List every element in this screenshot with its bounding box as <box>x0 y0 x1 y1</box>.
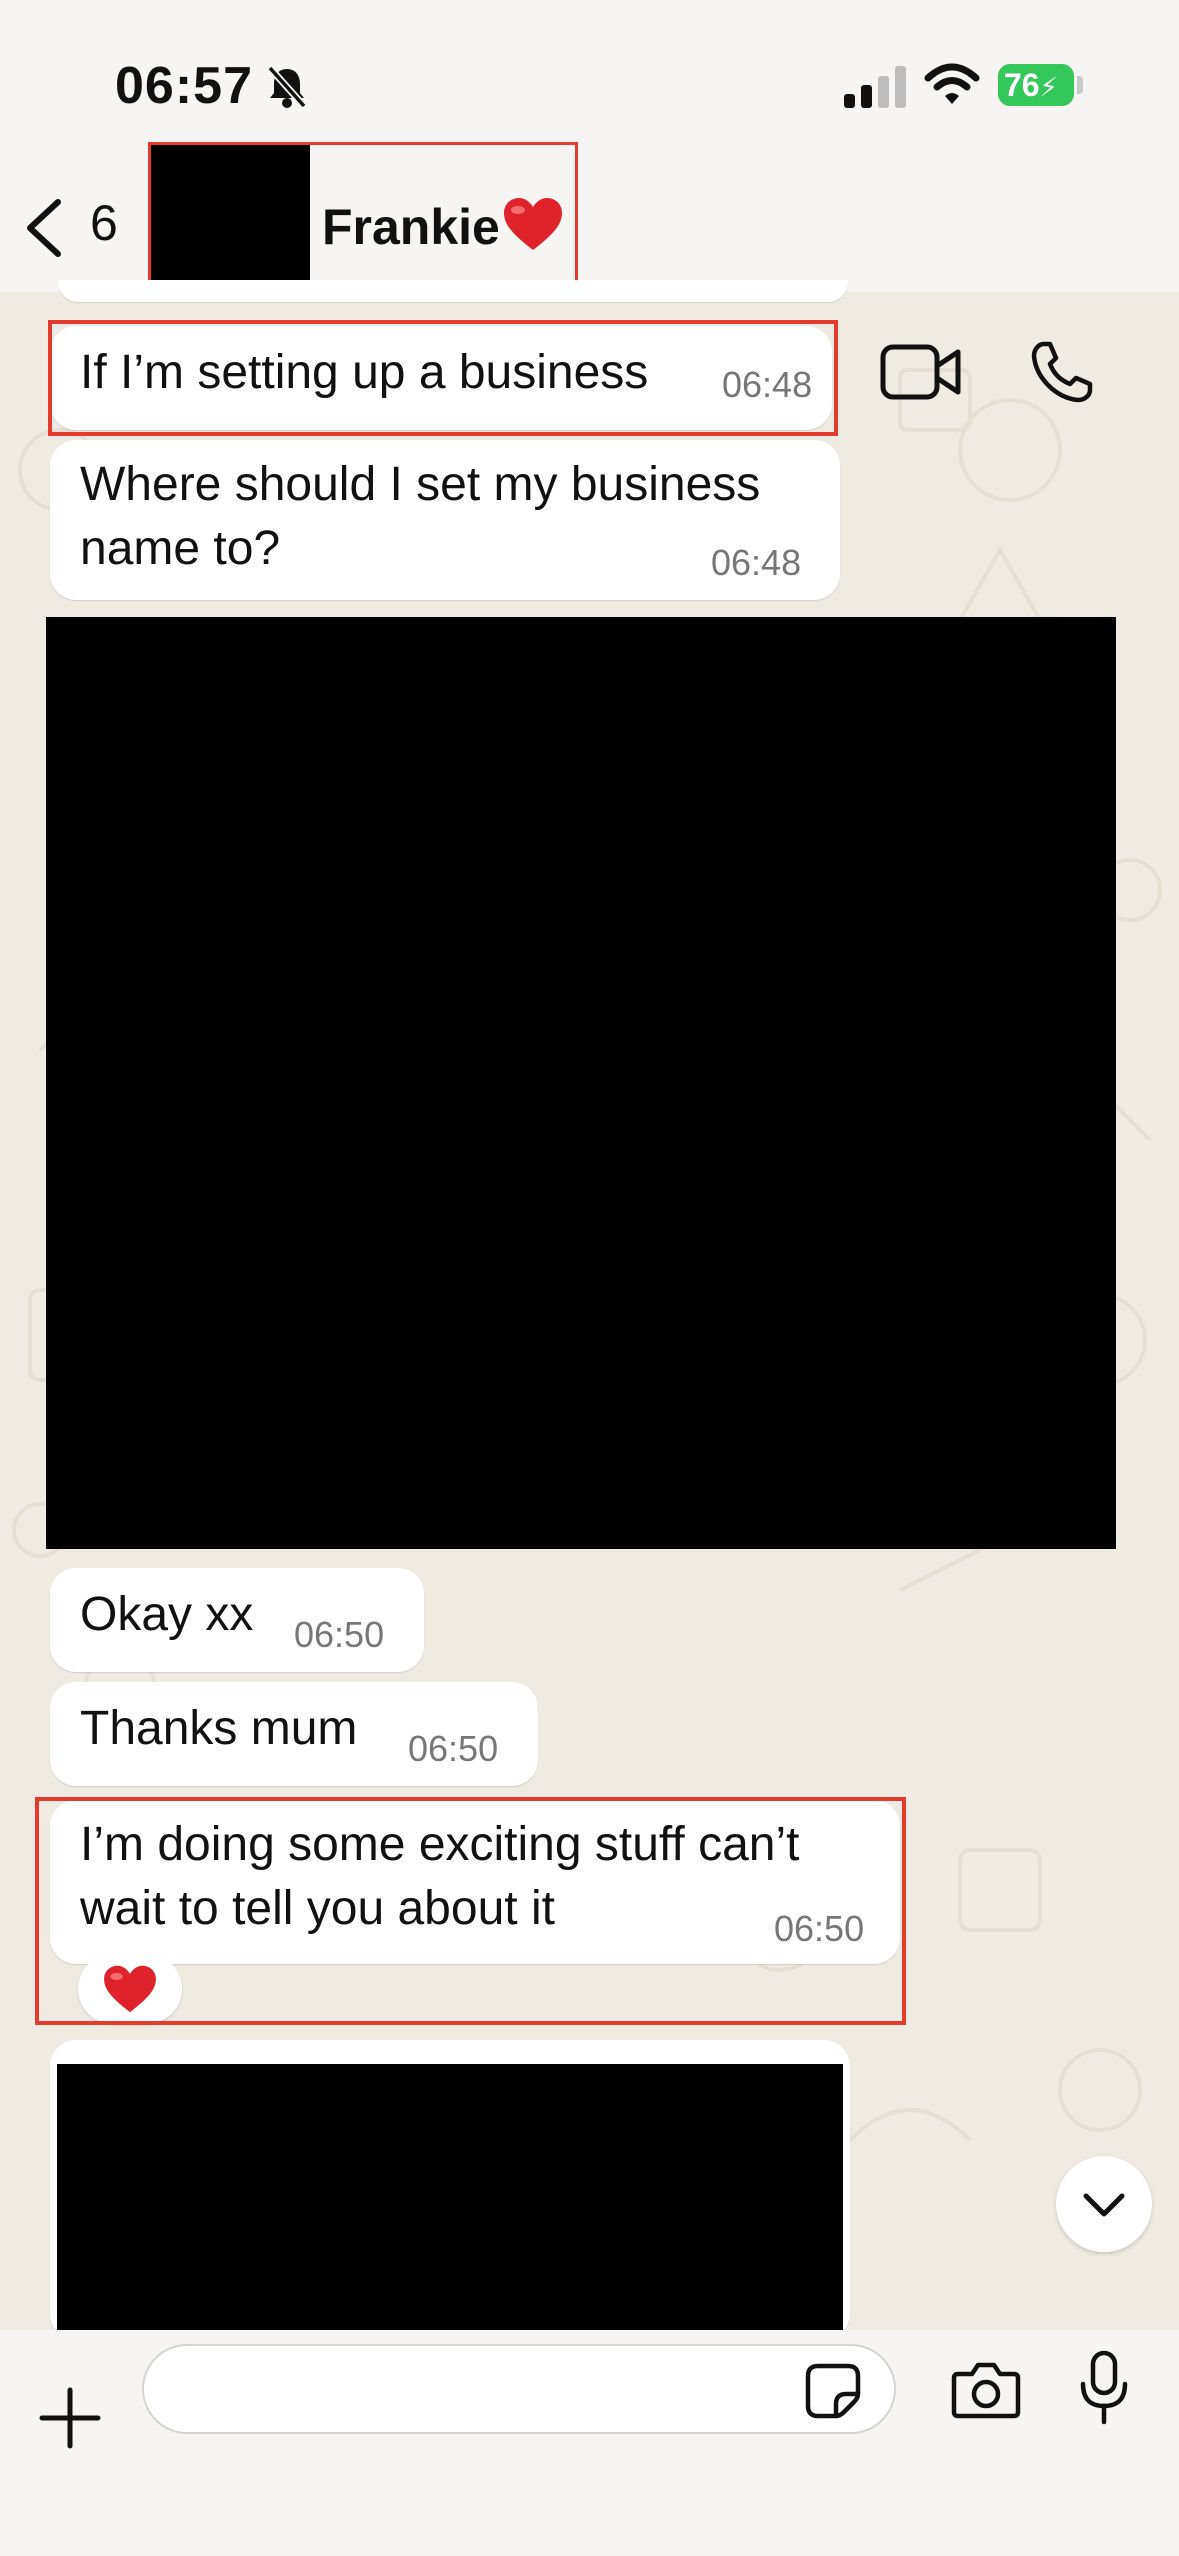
scroll-to-bottom-button[interactable] <box>1056 2156 1152 2252</box>
message-bubble[interactable]: Thanks mum 06:50 <box>50 1682 538 1786</box>
highlight-box-message <box>35 1797 906 2025</box>
back-chevron-icon[interactable] <box>20 198 70 258</box>
voice-call-icon[interactable] <box>1030 340 1094 404</box>
message-time: 06:50 <box>408 1728 499 1769</box>
redacted-media[interactable] <box>46 617 1116 1549</box>
sticker-icon[interactable] <box>804 2362 862 2420</box>
message-bubble-cutoff <box>58 280 848 302</box>
chevron-down-icon <box>1083 2193 1125 2217</box>
battery-tip <box>1077 76 1083 94</box>
unread-count[interactable]: 6 <box>90 194 118 252</box>
message-text: Okay xx <box>80 1588 254 1641</box>
message-time: 06:50 <box>294 1614 385 1655</box>
message-input[interactable] <box>142 2344 896 2434</box>
message-bubble[interactable]: Where should I set my business name to? … <box>50 440 840 600</box>
muted-bell-icon <box>267 65 307 109</box>
highlight-box-message <box>48 320 838 436</box>
message-text: Thanks mum <box>80 1702 358 1755</box>
microphone-icon[interactable] <box>1078 2350 1130 2426</box>
message-text: name to? <box>80 522 281 575</box>
highlight-box-header <box>148 142 578 298</box>
status-bar: 06:57 76⚡ <box>0 0 1179 150</box>
battery-indicator: 76⚡ <box>998 64 1074 106</box>
redacted-media[interactable] <box>57 2064 843 2340</box>
message-bubble[interactable]: Okay xx 06:50 <box>50 1568 424 1672</box>
video-call-icon[interactable] <box>880 344 962 400</box>
cellular-signal-icon <box>844 66 906 108</box>
message-text: Where should I set my business <box>80 458 761 511</box>
battery-level: 76 <box>1004 67 1040 103</box>
camera-icon[interactable] <box>950 2360 1022 2420</box>
message-time: 06:48 <box>711 542 802 583</box>
plus-icon[interactable] <box>38 2386 102 2450</box>
wifi-icon <box>924 63 980 104</box>
status-time: 06:57 <box>115 57 253 115</box>
